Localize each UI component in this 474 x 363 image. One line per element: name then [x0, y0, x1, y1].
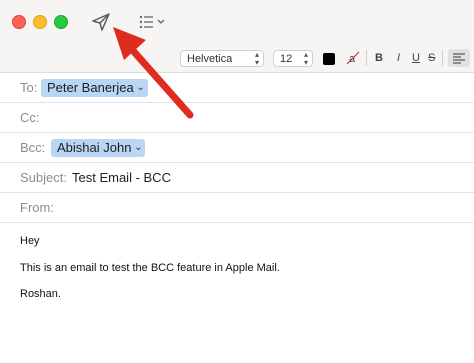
close-icon[interactable]	[12, 15, 26, 29]
font-size-value: 12	[280, 53, 293, 65]
subject-value[interactable]: Test Email - BCC	[72, 163, 171, 193]
send-button[interactable]	[90, 11, 112, 33]
bcc-field[interactable]: Bcc: Abishai John ⌄	[0, 133, 474, 163]
toolbar-divider	[442, 50, 443, 66]
text-color-swatch[interactable]	[323, 53, 335, 65]
subject-field[interactable]: Subject: Test Email - BCC	[0, 163, 474, 193]
body-greeting: Hey	[20, 235, 40, 247]
list-icon	[139, 15, 165, 29]
highlight-a-icon: a	[346, 51, 360, 65]
from-field[interactable]: From:	[0, 193, 474, 223]
paper-plane-icon	[92, 13, 110, 31]
to-field[interactable]: To: Peter Banerjea ⌄	[0, 73, 474, 103]
zoom-icon[interactable]	[54, 15, 68, 29]
recipient-token-to[interactable]: Peter Banerjea ⌄	[41, 79, 148, 97]
bcc-label: Bcc:	[20, 140, 46, 155]
header-fields-menu-button[interactable]	[138, 12, 170, 32]
highlight-color-button[interactable]: a	[345, 50, 361, 66]
italic-button[interactable]: I	[397, 50, 400, 66]
minimize-icon[interactable]	[33, 15, 47, 29]
updown-chevron-icon: ▴ ▾	[303, 50, 308, 67]
bold-button[interactable]: B	[375, 50, 383, 66]
align-left-icon	[453, 53, 465, 64]
body-signature: Roshan.	[20, 288, 61, 300]
recipient-name: Abishai John	[57, 140, 132, 155]
recipient-token-bcc[interactable]: Abishai John ⌄	[51, 139, 146, 157]
updown-chevron-icon: ▴ ▾	[254, 50, 259, 67]
align-left-button[interactable]	[448, 49, 470, 67]
subject-label: Subject:	[20, 170, 67, 185]
font-family-select[interactable]: Helvetica ▴ ▾	[180, 50, 264, 67]
from-label: From:	[20, 200, 54, 215]
cc-field[interactable]: Cc:	[0, 103, 474, 133]
recipient-name: Peter Banerjea	[47, 80, 134, 95]
strikethrough-button[interactable]: S	[428, 50, 435, 66]
to-label: To:	[20, 80, 38, 95]
format-bar: Helvetica ▴ ▾ 12 ▴ ▾	[0, 44, 474, 73]
font-size-select[interactable]: 12 ▴ ▾	[273, 50, 313, 67]
toolbar-divider	[366, 50, 367, 66]
chevron-down-icon: ⌄	[134, 142, 143, 153]
window-toolbar	[0, 0, 474, 44]
underline-button[interactable]: U	[412, 50, 420, 66]
body-line: This is an email to test the BCC feature…	[20, 262, 280, 274]
chevron-down-icon: ⌄	[136, 82, 145, 93]
cc-label: Cc:	[20, 110, 40, 125]
font-family-value: Helvetica	[187, 53, 233, 65]
